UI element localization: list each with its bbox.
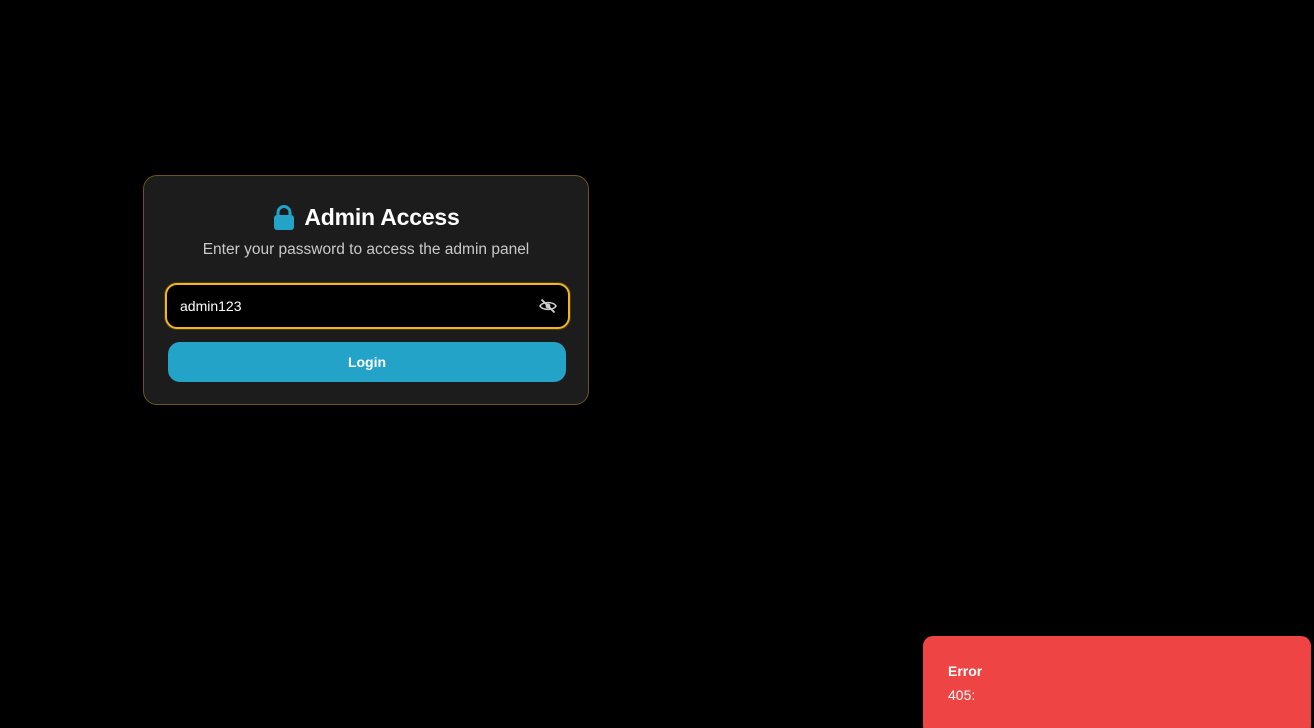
password-field-wrapper: [165, 283, 570, 329]
login-button[interactable]: Login: [168, 342, 566, 382]
login-subtitle: Enter your password to access the admin …: [202, 241, 530, 258]
lock-icon: [274, 204, 295, 230]
toast-message: 405:: [948, 687, 976, 703]
eye-off-icon[interactable]: [538, 296, 558, 316]
card-header: Admin Access: [144, 204, 588, 231]
login-card: Admin Access Enter your password to acce…: [143, 175, 589, 405]
admin-login-page: Admin Access Enter your password to acce…: [0, 0, 1314, 728]
password-input[interactable]: [180, 285, 520, 327]
page-title: Admin Access: [304, 204, 460, 230]
error-toast: Error 405:: [923, 636, 1311, 728]
toast-title: Error: [948, 663, 983, 679]
